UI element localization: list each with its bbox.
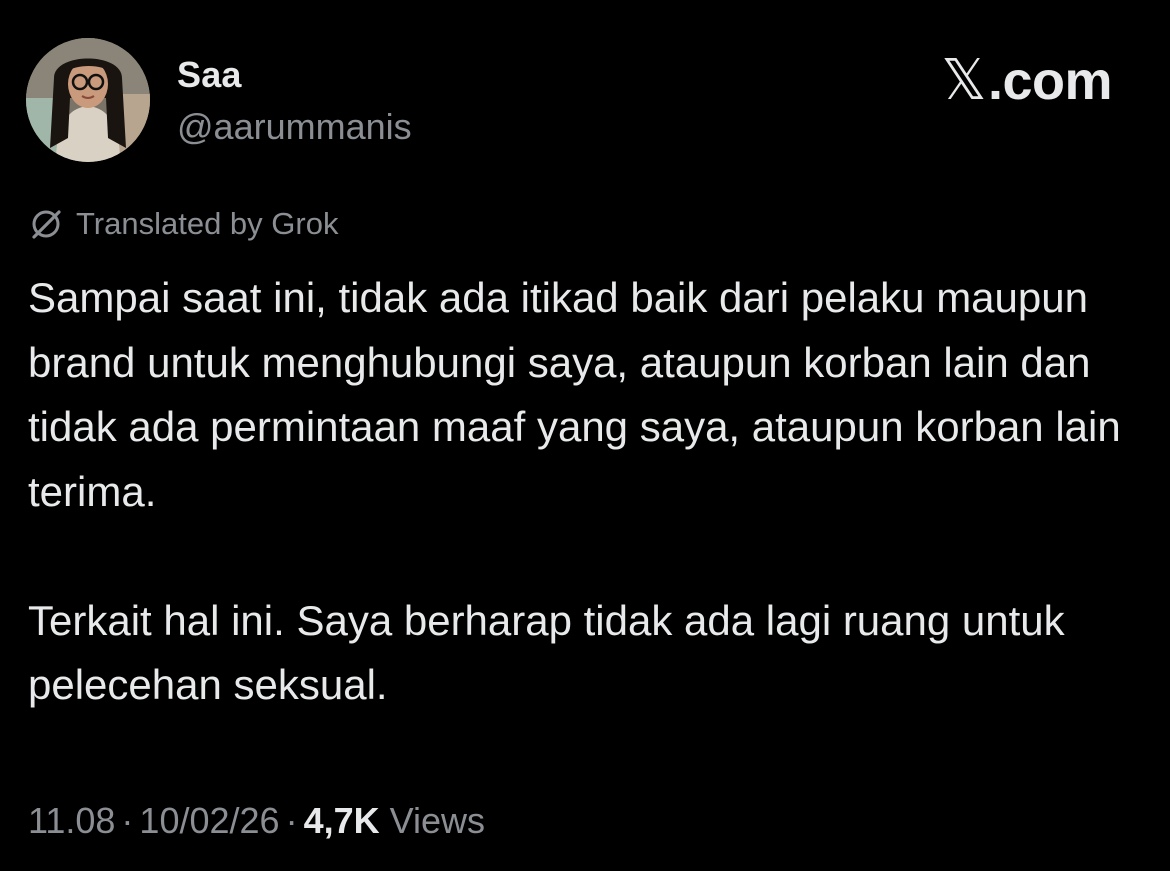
avatar-image [26, 38, 150, 162]
tweet-meta: 11.08 · 10/02/26 · 4,7K Views [28, 800, 485, 842]
x-logo-icon: 𝕏 [941, 48, 986, 113]
display-name[interactable]: Saa [177, 54, 242, 96]
tweet-date[interactable]: 10/02/26 [139, 800, 279, 841]
tweet-text: Sampai saat ini, tidak ada itikad baik d… [28, 266, 1138, 718]
translation-label: Translated by Grok [76, 206, 339, 241]
meta-separator: · [121, 800, 134, 841]
avatar[interactable] [26, 38, 150, 162]
tweet-paragraph: Sampai saat ini, tidak ada itikad baik d… [28, 274, 1121, 515]
brand-suffix: .com [987, 50, 1113, 111]
translation-notice: Translated by Grok [26, 204, 338, 244]
views-label: Views [389, 800, 486, 841]
x-com-logo: 𝕏 .com [941, 48, 1112, 113]
views-count: 4,7K [303, 800, 380, 841]
tweet-paragraph: Terkait hal ini. Saya berharap tidak ada… [28, 596, 1065, 709]
grok-icon [32, 210, 61, 239]
meta-separator: · [285, 800, 298, 841]
user-handle[interactable]: @aarummanis [177, 106, 412, 148]
tweet-time[interactable]: 11.08 [28, 800, 115, 841]
